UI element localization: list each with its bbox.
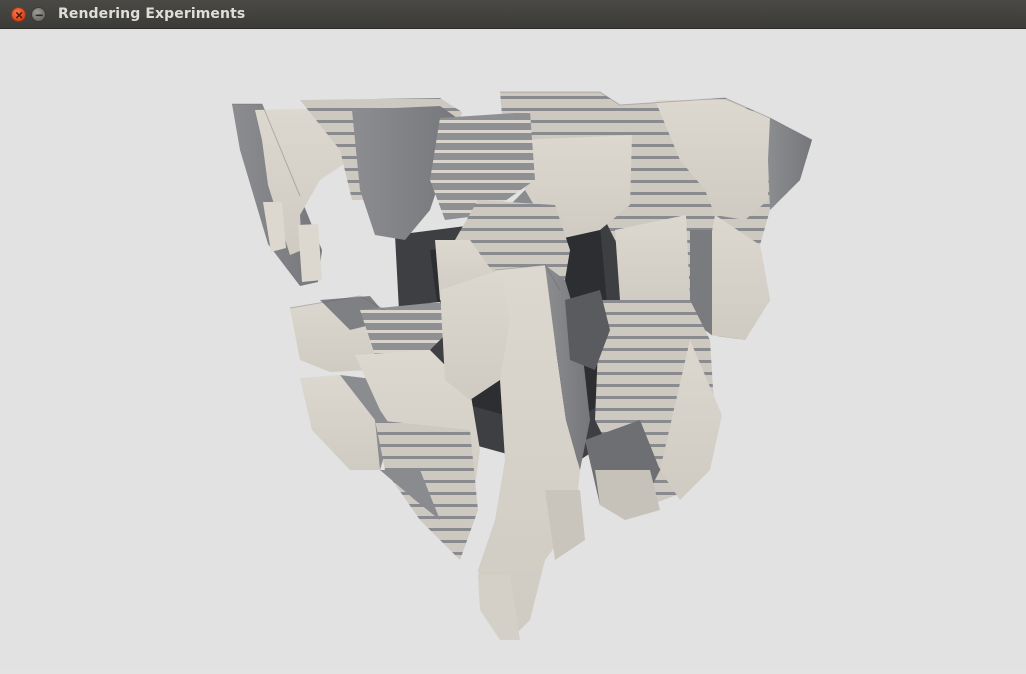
app-window: Rendering Experiments bbox=[0, 0, 1026, 670]
render-viewport[interactable] bbox=[0, 29, 1026, 670]
minimize-icon bbox=[35, 14, 43, 17]
title-bar[interactable]: Rendering Experiments bbox=[0, 0, 1026, 29]
minimize-button[interactable] bbox=[31, 7, 46, 22]
voxel-cube-render bbox=[232, 91, 813, 640]
close-button[interactable] bbox=[11, 7, 26, 22]
close-icon bbox=[16, 12, 23, 19]
window-title: Rendering Experiments bbox=[58, 6, 246, 22]
